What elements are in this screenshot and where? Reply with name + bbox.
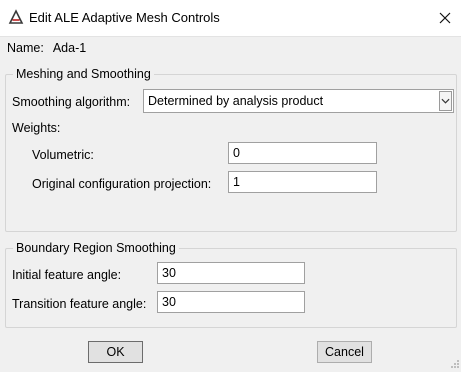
transition-feature-angle-input[interactable] bbox=[157, 291, 305, 313]
close-icon bbox=[439, 12, 451, 24]
resize-grip-icon[interactable] bbox=[450, 358, 460, 368]
projection-label: Original configuration projection: bbox=[32, 177, 212, 191]
smoothing-algorithm-value: Determined by analysis product bbox=[148, 94, 324, 108]
boundary-smoothing-group bbox=[5, 248, 457, 328]
title-bar[interactable]: Edit ALE Adaptive Mesh Controls bbox=[0, 0, 461, 37]
cancel-button[interactable]: Cancel bbox=[317, 341, 372, 363]
initial-feature-angle-label: Initial feature angle: bbox=[12, 268, 122, 282]
initial-feature-angle-input[interactable] bbox=[157, 262, 305, 284]
window-title: Edit ALE Adaptive Mesh Controls bbox=[29, 10, 220, 25]
ok-button-label: OK bbox=[106, 345, 125, 359]
transition-feature-angle-label: Transition feature angle: bbox=[12, 297, 147, 311]
smoothing-algorithm-select[interactable]: Determined by analysis product bbox=[143, 89, 454, 113]
dropdown-arrow[interactable] bbox=[439, 91, 452, 111]
close-button[interactable] bbox=[432, 6, 458, 30]
ok-button[interactable]: OK bbox=[88, 341, 143, 363]
name-row: Name: Ada-1 bbox=[7, 41, 86, 55]
cancel-button-label: Cancel bbox=[325, 345, 364, 359]
name-value: Ada-1 bbox=[52, 41, 87, 55]
meshing-smoothing-legend: Meshing and Smoothing bbox=[13, 67, 154, 81]
volumetric-input[interactable] bbox=[228, 142, 377, 164]
smoothing-algorithm-label: Smoothing algorithm: bbox=[12, 95, 131, 109]
projection-input[interactable] bbox=[228, 171, 377, 193]
boundary-smoothing-legend: Boundary Region Smoothing bbox=[13, 241, 179, 255]
abaqus-app-icon bbox=[8, 9, 24, 25]
weights-label: Weights: bbox=[12, 121, 61, 135]
volumetric-label: Volumetric: bbox=[32, 148, 94, 162]
name-label: Name: bbox=[7, 41, 44, 55]
chevron-down-icon bbox=[441, 98, 450, 104]
